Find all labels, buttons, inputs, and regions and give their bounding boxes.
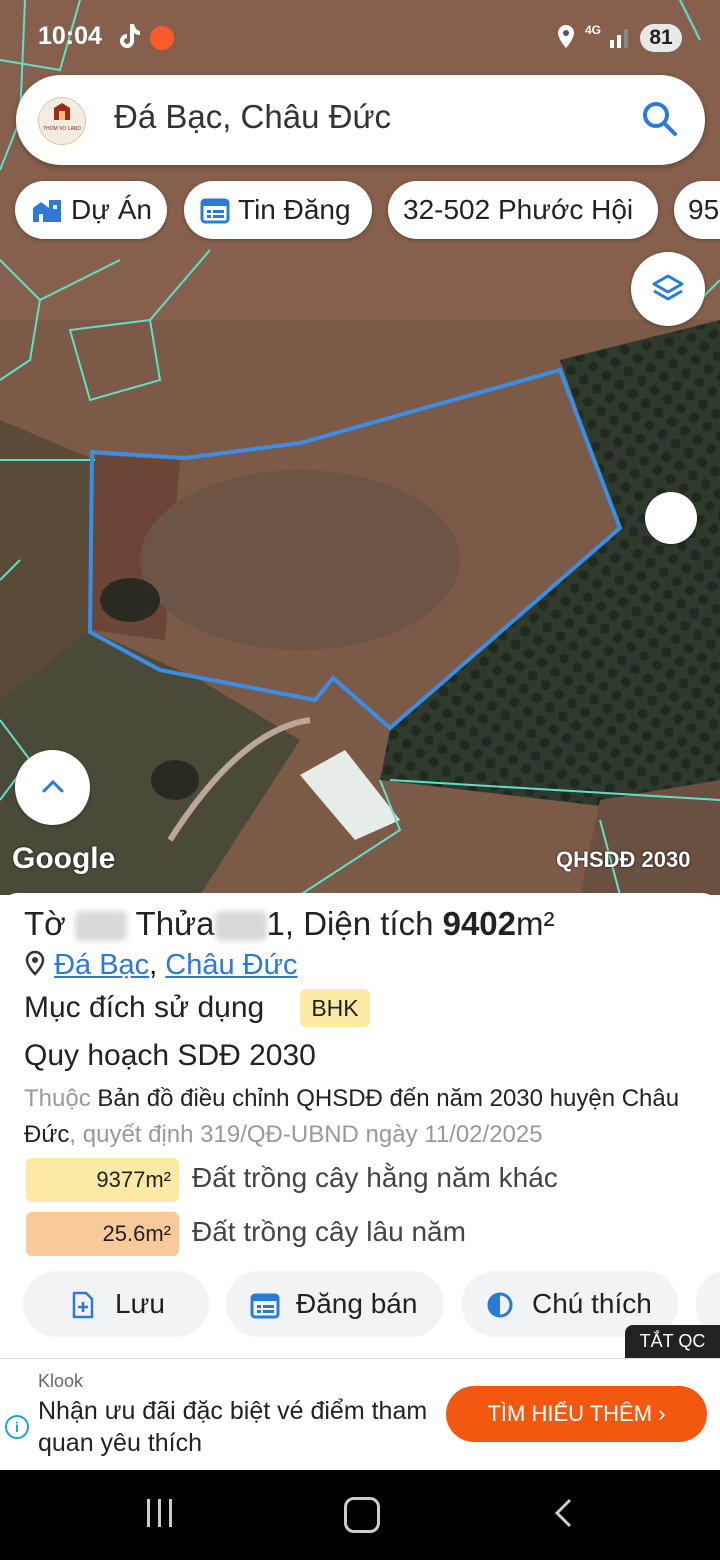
brand-logo[interactable]: THOM VO LAND xyxy=(38,97,86,145)
chip-parcel-search[interactable]: 32-502 Phước Hội xyxy=(388,181,658,239)
chip-label: Dự Án xyxy=(71,194,152,225)
layers-icon xyxy=(652,274,684,301)
search-icon[interactable] xyxy=(640,99,680,139)
area-value: 9377m² xyxy=(26,1158,179,1202)
status-time: 10:04 xyxy=(38,22,102,50)
info-icon[interactable]: i xyxy=(5,1415,29,1439)
location-icon xyxy=(558,25,574,48)
chip-tin-dang[interactable]: Tin Đăng xyxy=(184,181,372,239)
panel-drag-handle[interactable] xyxy=(645,492,697,544)
area-label: Đất trồng cây lâu năm xyxy=(192,1216,466,1247)
buildings-icon xyxy=(33,200,61,222)
expand-up-button[interactable] xyxy=(15,750,90,825)
search-bar[interactable]: THOM VO LAND Đá Bạc, Châu Đức xyxy=(16,75,705,165)
map-layer-label: QHSDĐ 2030 xyxy=(556,847,691,872)
post-sale-button[interactable]: Đăng bán xyxy=(226,1271,444,1337)
google-attribution: Google xyxy=(12,842,116,875)
signal-icon xyxy=(610,29,628,48)
network-type: 4G xyxy=(585,23,602,37)
half-circle-icon xyxy=(487,1292,513,1318)
chip-du-an[interactable]: Dự Án xyxy=(15,181,167,239)
location-link-district[interactable]: Châu Đức xyxy=(165,949,297,981)
tiktok-icon xyxy=(120,24,140,48)
home-icon[interactable] xyxy=(344,1497,380,1533)
ad-text: Nhận ưu đãi đặc biệt vé điểm tham quan y… xyxy=(38,1397,428,1457)
chip-label: 32-502 Phước Hội xyxy=(403,194,634,225)
parcel-info-panel: Tờ Thửa 1, Diện tích 9402m² Đá Bạc, Châu … xyxy=(0,893,720,1358)
close-ad-button[interactable]: TẮT QC xyxy=(625,1325,720,1358)
calendar-list-icon xyxy=(200,198,230,224)
blurred-sheet-number xyxy=(74,911,127,942)
post-sale-label: Đăng bán xyxy=(296,1288,418,1319)
plan-description: Thuộc Bản đồ điều chỉnh QHSDĐ đến năm 20… xyxy=(24,1085,680,1148)
calendar-list-icon xyxy=(250,1293,280,1319)
chevron-up-icon xyxy=(42,779,64,793)
layers-button[interactable] xyxy=(631,252,705,326)
ad-brand: Klook xyxy=(38,1371,84,1391)
plan-title: Quy hoạch SDĐ 2030 xyxy=(24,1039,316,1072)
save-label: Lưu xyxy=(115,1288,165,1319)
chip-label: Tin Đăng xyxy=(238,194,351,225)
chevron-right-icon: › xyxy=(658,1401,666,1426)
save-button[interactable]: Lưu xyxy=(23,1271,209,1337)
area-label: Đất trồng cây hằng năm khác xyxy=(192,1162,558,1193)
add-file-icon xyxy=(72,1291,94,1319)
blurred-plot-number xyxy=(214,911,267,942)
location-link-commune[interactable]: Đá Bạc xyxy=(54,949,149,981)
search-query[interactable]: Đá Bạc, Châu Đức xyxy=(114,98,391,136)
parcel-title: Tờ Thửa 1, Diện tích 9402m² xyxy=(24,905,555,942)
parcel-location: Đá Bạc, Châu Đức xyxy=(24,949,298,982)
battery-indicator: 81 xyxy=(640,24,682,52)
location-pin-icon xyxy=(25,950,45,976)
recent-apps-icon[interactable] xyxy=(145,1497,175,1529)
satellite-map[interactable]: 10:04 4G 81 THOM VO LAND Đá Bạc, Châu Đứ… xyxy=(0,0,720,895)
back-icon[interactable] xyxy=(552,1497,574,1529)
purpose-label: Mục đích sử dụng xyxy=(24,991,265,1024)
area-value: 25.6m² xyxy=(26,1212,179,1256)
chip-label: 95 xyxy=(688,194,720,225)
system-navbar xyxy=(0,1470,720,1560)
purpose-code-badge: BHK xyxy=(300,989,370,1027)
ad-cta-button[interactable]: TÌM HIỂU THÊM › xyxy=(446,1386,707,1442)
status-bar: 10:04 4G 81 xyxy=(0,0,720,72)
parcel-area: 9402 xyxy=(442,905,517,942)
ad-banner[interactable]: i Klook Nhận ưu đãi đặc biệt vé điểm tha… xyxy=(0,1358,720,1469)
screen-record-icon xyxy=(150,26,174,50)
